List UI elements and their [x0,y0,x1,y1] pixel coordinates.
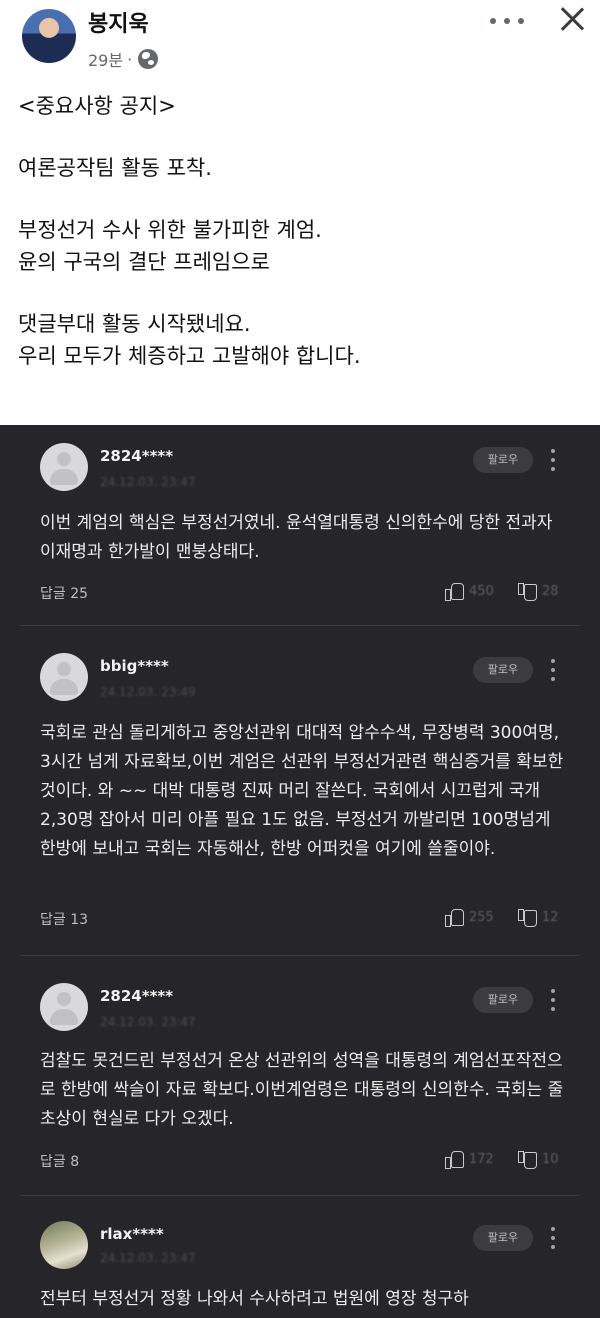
globe-icon[interactable] [138,49,159,69]
comment-date: 24.12.03. 23:47 [100,475,196,489]
comment-date: 24.12.03. 23:47 [100,1015,196,1029]
thumb-up-icon [445,1151,464,1169]
like-button[interactable]: 450 [445,583,494,601]
thumb-down-icon [518,583,537,601]
post-line-gap [18,184,588,214]
more-horizontal-icon[interactable] [490,14,524,28]
commenter-avatar [40,443,88,491]
like-button[interactable]: 172 [445,1151,494,1169]
dislike-button[interactable]: 28 [518,583,559,601]
kebab-menu-icon[interactable] [551,449,557,471]
follow-button[interactable]: 팔로우 [473,987,533,1013]
kebab-menu-icon[interactable] [551,989,557,1011]
follow-button[interactable]: 팔로우 [473,657,533,683]
comment-text: 검찰도 못건드린 부정선거 온상 선관위의 성역을 대통령의 계엄선포작전으로 … [40,1051,564,1129]
thumb-down-icon [518,909,537,927]
close-icon[interactable] [555,2,589,36]
commenter-avatar [40,653,88,701]
post-line: 우리 모두가 체증하고 고발해야 합니다. [18,344,361,368]
like-count: 450 [469,583,494,599]
commenter-name: 2824**** [100,987,174,1005]
dislike-count: 28 [542,583,559,599]
follow-button[interactable]: 팔로우 [473,447,533,473]
kebab-menu-icon[interactable] [551,1227,557,1249]
like-count: 255 [469,909,494,925]
post-line-gap [18,278,588,308]
comment-divider [20,955,580,956]
comment-text: 국회로 관심 돌리게하고 중앙선관위 대대적 압수수색, 무장병력 300여명,… [40,723,564,859]
post-line: 부정선거 수사 위한 불가피한 계엄. [18,218,322,242]
kebab-menu-icon[interactable] [551,659,557,681]
post-time[interactable]: 29분 [88,47,123,71]
post-line: <중요사항 공지> [18,94,176,118]
dislike-button[interactable]: 12 [518,909,559,927]
comment-text: 전부터 부정선거 정황 나와서 수사하려고 법원에 영장 청구하 [40,1289,469,1309]
comment-date: 24.12.03. 23:47 [100,1251,196,1265]
meta-separator: · [127,49,133,69]
thumb-down-icon [518,1151,537,1169]
commenter-avatar [40,1221,88,1269]
reply-count[interactable]: 답글 8 [40,1151,79,1171]
commenter-name: rlax**** [100,1225,164,1243]
like-count: 172 [469,1151,494,1167]
thumb-up-icon [445,909,464,927]
commenter-avatar [40,983,88,1031]
post-line-gap [18,122,588,152]
post-line: 윤의 구국의 결단 프레임으로 [18,250,270,274]
dislike-count: 10 [542,1151,559,1167]
post-line: 여론공작팀 활동 포착. [18,156,212,180]
author-name[interactable]: 봉지욱 [88,6,149,38]
dislike-count: 12 [542,909,559,925]
reply-count[interactable]: 답글 13 [40,909,88,929]
commenter-name: 2824**** [100,447,174,465]
comments-screenshot[interactable]: 2824**** 24.12.03. 23:47 팔로우 이번 계엄의 핵심은 … [0,425,600,1318]
dislike-button[interactable]: 10 [518,1151,559,1169]
comment-text: 이번 계엄의 핵심은 부정선거였네. 윤석열대통령 신의한수에 당한 전과자 이… [40,513,553,562]
author-avatar[interactable] [22,9,76,63]
comment-divider [20,625,580,626]
post-body: <중요사항 공지> 여론공작팀 활동 포착. 부정선거 수사 위한 불가피한 계… [18,90,588,372]
like-button[interactable]: 255 [445,909,494,927]
post-meta: 29분 · [88,47,159,71]
post-header: 봉지욱 29분 · [0,0,600,80]
comment-date: 24.12.03. 23:49 [100,685,196,699]
follow-button[interactable]: 팔로우 [473,1225,533,1251]
post-line: 댓글부대 활동 시작됐네요. [18,312,251,336]
comment-divider [20,1195,580,1196]
thumb-up-icon [445,583,464,601]
commenter-name: bbig**** [100,657,169,675]
reply-count[interactable]: 답글 25 [40,583,88,603]
